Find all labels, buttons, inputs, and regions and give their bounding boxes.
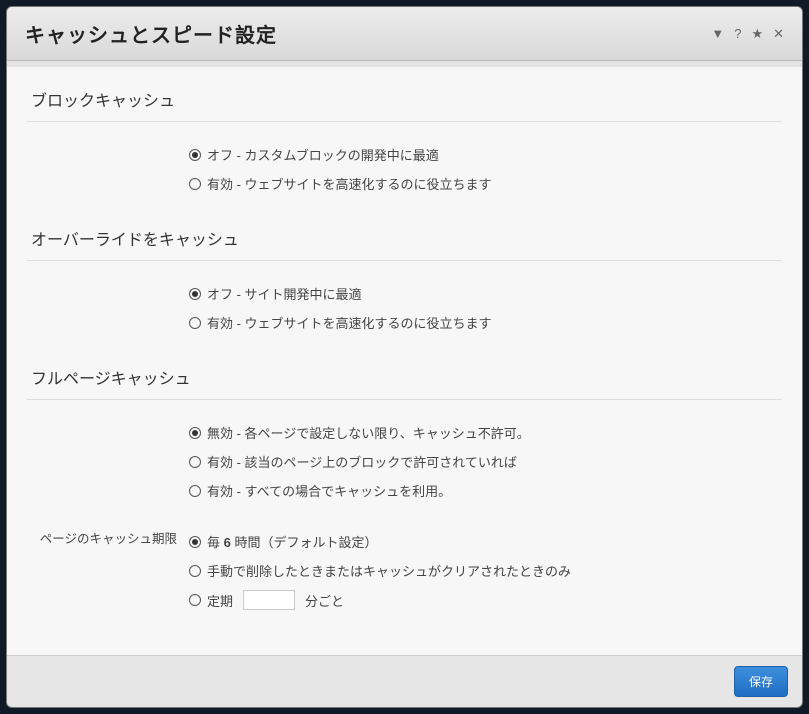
option-label: 手動で削除したときまたはキャッシュがクリアされたときのみ — [207, 561, 571, 580]
override-cache-on[interactable]: 有効 - ウェブサイトを高速化するのに役立ちます — [189, 308, 782, 337]
option-label: 有効 - 該当のページ上のブロックで許可されていれば — [207, 452, 517, 471]
section-title-block-cache: ブロックキャッシュ — [27, 81, 782, 122]
radio-icon — [189, 565, 201, 577]
section-title-override-cache: オーバーライドをキャッシュ — [27, 220, 782, 261]
help-icon[interactable]: ? — [734, 26, 741, 41]
radio-icon — [189, 456, 201, 468]
fullpage-cache-options: 無効 - 各ページで設定しない限り、キャッシュ不許可。 有効 - 該当のページ上… — [189, 418, 782, 505]
section-title-fullpage-cache: フルページキャッシュ — [27, 359, 782, 400]
settings-panel: キャッシュとスピード設定 ▼ ? ★ ✕ ブロックキャッシュ オフ - カスタム… — [6, 6, 803, 708]
option-label: オフ - サイト開発中に最適 — [207, 284, 362, 303]
radio-icon — [189, 149, 201, 161]
section-override-cache: オーバーライドをキャッシュ オフ - サイト開発中に最適 有効 - ウェブサイト… — [27, 220, 782, 337]
block-cache-on[interactable]: 有効 - ウェブサイトを高速化するのに役立ちます — [189, 169, 782, 198]
field-block-cache: オフ - カスタムブロックの開発中に最適 有効 - ウェブサイトを高速化するのに… — [27, 140, 782, 198]
panel-actions: ▼ ? ★ ✕ — [711, 26, 784, 42]
panel-header: キャッシュとスピード設定 ▼ ? ★ ✕ — [7, 7, 802, 61]
close-icon[interactable]: ✕ — [773, 26, 784, 42]
dropdown-icon[interactable]: ▼ — [711, 26, 724, 41]
radio-icon — [189, 536, 201, 548]
block-cache-options: オフ - カスタムブロックの開発中に最適 有効 - ウェブサイトを高速化するのに… — [189, 140, 782, 198]
radio-icon — [189, 178, 201, 190]
radio-icon — [189, 594, 201, 606]
section-block-cache: ブロックキャッシュ オフ - カスタムブロックの開発中に最適 有効 - ウェブサ… — [27, 81, 782, 198]
option-label: 有効 - ウェブサイトを高速化するのに役立ちます — [207, 313, 492, 332]
radio-icon — [189, 288, 201, 300]
panel-body: ブロックキャッシュ オフ - カスタムブロックの開発中に最適 有効 - ウェブサ… — [7, 61, 802, 707]
override-cache-off[interactable]: オフ - サイト開発中に最適 — [189, 279, 782, 308]
fullpage-cache-blocks[interactable]: 有効 - 該当のページ上のブロックで許可されていれば — [189, 447, 782, 476]
star-icon[interactable]: ★ — [751, 26, 763, 42]
field-fullpage-cache: 無効 - 各ページで設定しない限り、キャッシュ不許可。 有効 - 該当のページ上… — [27, 418, 782, 505]
periodic-minutes-input[interactable] — [243, 590, 295, 610]
fullpage-cache-all[interactable]: 有効 - すべての場合でキャッシュを利用。 — [189, 476, 782, 505]
panel-footer: 保存 — [7, 655, 802, 707]
cache-lifetime-default[interactable]: 毎 6 時間（デフォルト設定） — [189, 527, 782, 556]
option-label: 有効 - すべての場合でキャッシュを利用。 — [207, 481, 451, 500]
field-cache-lifetime: ページのキャッシュ期限 毎 6 時間（デフォルト設定） 手動で削除したときまたは… — [27, 527, 782, 615]
block-cache-off[interactable]: オフ - カスタムブロックの開発中に最適 — [189, 140, 782, 169]
override-cache-options: オフ - サイト開発中に最適 有効 - ウェブサイトを高速化するのに役立ちます — [189, 279, 782, 337]
section-cache-lifetime: ページのキャッシュ期限 毎 6 時間（デフォルト設定） 手動で削除したときまたは… — [27, 527, 782, 615]
option-label: 毎 6 時間（デフォルト設定） — [207, 532, 377, 551]
option-label-suffix: 分ごと — [305, 591, 344, 610]
radio-icon — [189, 427, 201, 439]
cache-lifetime-options: 毎 6 時間（デフォルト設定） 手動で削除したときまたはキャッシュがクリアされた… — [189, 527, 782, 615]
panel-title: キャッシュとスピード設定 — [25, 19, 277, 48]
option-label: 無効 - 各ページで設定しない限り、キャッシュ不許可。 — [207, 423, 530, 442]
option-label: 有効 - ウェブサイトを高速化するのに役立ちます — [207, 174, 492, 193]
save-button[interactable]: 保存 — [734, 666, 788, 697]
field-label-empty — [27, 418, 189, 422]
section-fullpage-cache: フルページキャッシュ 無効 - 各ページで設定しない限り、キャッシュ不許可。 有… — [27, 359, 782, 505]
cache-lifetime-manual[interactable]: 手動で削除したときまたはキャッシュがクリアされたときのみ — [189, 556, 782, 585]
cache-lifetime-label: ページのキャッシュ期限 — [27, 527, 189, 547]
field-label-empty — [27, 279, 189, 283]
field-label-empty — [27, 140, 189, 144]
fullpage-cache-disabled[interactable]: 無効 - 各ページで設定しない限り、キャッシュ不許可。 — [189, 418, 782, 447]
radio-icon — [189, 317, 201, 329]
cache-lifetime-periodic[interactable]: 定期 分ごと — [189, 585, 782, 615]
field-override-cache: オフ - サイト開発中に最適 有効 - ウェブサイトを高速化するのに役立ちます — [27, 279, 782, 337]
radio-icon — [189, 485, 201, 497]
option-label-prefix: 定期 — [207, 591, 233, 610]
option-label: オフ - カスタムブロックの開発中に最適 — [207, 145, 439, 164]
